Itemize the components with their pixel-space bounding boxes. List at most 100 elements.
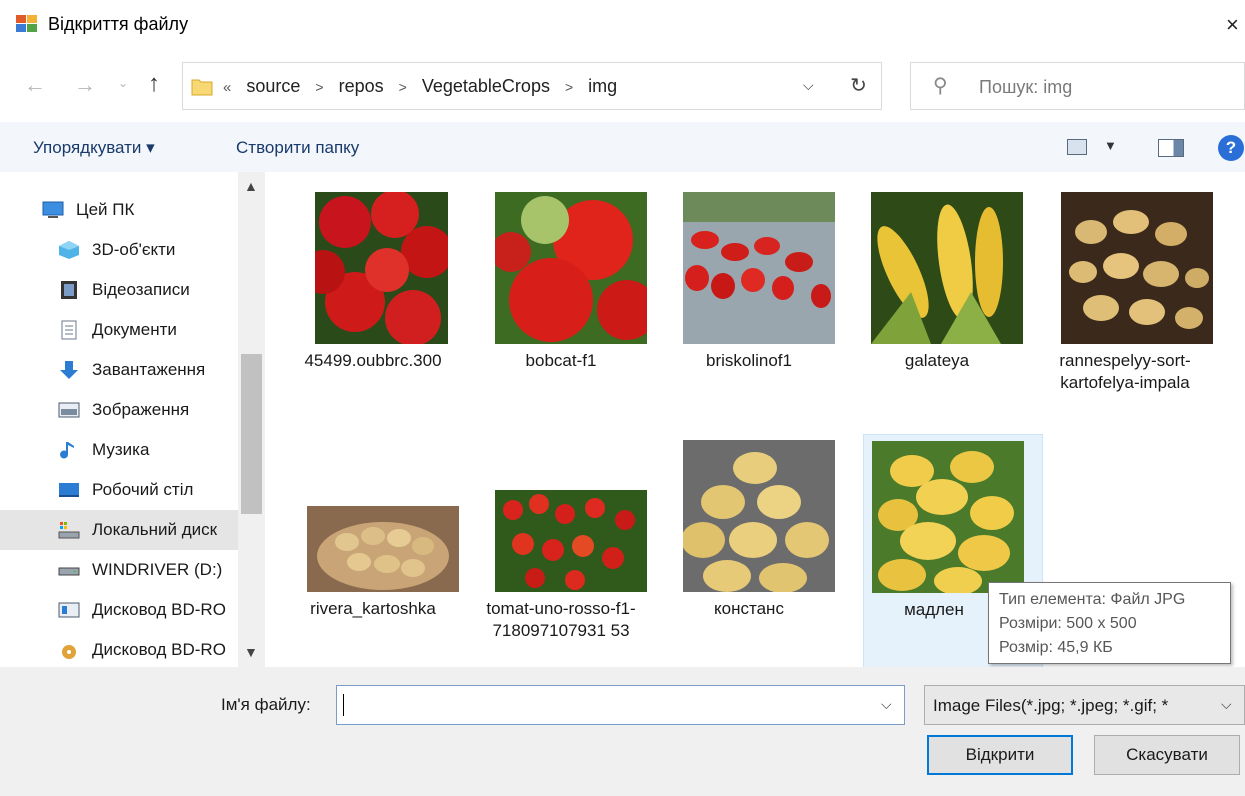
arrow-left-icon[interactable]: ← [24,72,46,98]
file-name: 45499.oubbrc.300 [304,351,442,370]
computer-icon [42,201,64,218]
arrow-right-icon[interactable]: → [74,72,96,98]
file-item-bobcat[interactable]: bobcat-f1 [471,186,651,421]
chevron-right-icon[interactable]: > [315,79,323,95]
organize-button[interactable]: Упорядкувати ▾ [33,138,155,158]
sidebar-item-pictures[interactable]: Зображення [0,390,238,430]
local-disk-icon [58,522,80,539]
chevron-down-icon[interactable]: ⌵ [881,696,892,713]
sidebar-item-downloads[interactable]: Завантаження [0,350,238,390]
file-item-galateya[interactable]: galateya [847,186,1027,421]
search-placeholder: Пошук: img [979,77,1073,97]
sidebar-item-label: Зображення [92,400,190,419]
breadcrumb: « source > repos > VegetableCrops > img [223,76,617,97]
cancel-button[interactable]: Скасувати [1094,735,1240,775]
sidebar-item-label: Дисковод BD-RO [92,640,226,659]
potato-thumbnail [683,440,835,592]
folder-icon [191,79,213,96]
file-name: briskolinof1 [706,351,792,370]
scroll-up-icon[interactable]: ▲ [244,178,258,194]
search-icon: ⚲ [933,75,948,97]
sidebar-item-label: WINDRIVER (D:) [92,560,223,579]
caret-down-icon[interactable]: ▼ [1104,138,1117,153]
command-toolbar: Упорядкувати ▾ Створити папку ▼ ? [0,122,1245,172]
tooltip-size: Розмір: 45,9 КБ [999,639,1113,656]
pictures-icon [58,402,80,418]
bd-drive-icon [58,602,80,618]
new-folder-button[interactable]: Створити папку [236,138,359,158]
file-name: rannespelyy-sort-kartofelya-impala [1059,351,1191,392]
filetype-value: Image Files(*.jpg; *.jpeg; *.gif; * [933,696,1169,715]
video-icon [61,281,77,299]
breadcrumb-img[interactable]: img [588,76,617,96]
path-overflow[interactable]: « [223,79,231,96]
file-item-rannespelyy[interactable]: rannespelyy-sort-kartofelya-impala [1035,186,1215,421]
sidebar-item-label: Локальний диск [92,520,218,539]
tooltip-dimensions: Розміри: 500 x 500 [999,615,1137,632]
file-name: tomat-uno-rosso-f1-718097107931 53 [486,599,636,640]
file-item-45499[interactable]: 45499.oubbrc.300 [283,186,463,421]
sidebar-item-this-pc[interactable]: Цей ПК [0,190,238,230]
search-input[interactable]: ⚲ Пошук: img [910,62,1245,110]
filename-label: Ім'я файлу: [221,695,311,714]
address-bar[interactable]: « source > repos > VegetableCrops > img … [182,62,837,110]
filetype-select[interactable]: Image Files(*.jpg; *.jpeg; *.gif; * ⌵ [924,685,1245,725]
app-icon [16,15,37,32]
navigation-pane: Цей ПК 3D-об'єкти Відеозаписи Документи … [0,172,265,667]
sidebar-item-documents[interactable]: Документи [0,310,238,350]
scroll-down-icon[interactable]: ▼ [244,644,258,660]
window-title: Відкриття файлу [48,14,189,34]
sidebar-item-label: Музика [92,440,150,459]
chevron-down-icon[interactable]: ⌵ [1221,696,1232,713]
chevron-down-icon[interactable]: ⌵ [803,77,814,94]
sidebar-item-label: Відеозаписи [92,280,190,299]
potato-thumbnail [1061,192,1213,344]
3d-objects-icon [59,241,79,259]
open-button[interactable]: Відкрити [927,735,1073,775]
file-item-briskolinof1[interactable]: briskolinof1 [659,186,839,421]
sidebar-scrollbar[interactable]: ▲ ▼ [238,172,265,667]
chevron-down-icon[interactable]: ⌄ [118,76,128,90]
file-name: rivera_kartoshka [310,599,436,618]
preview-pane-icon[interactable] [1158,139,1184,157]
sidebar-item-music[interactable]: Музика [0,430,238,470]
chevron-right-icon[interactable]: > [565,79,573,95]
tomato-thumbnail [315,192,448,344]
sidebar-item-windriver[interactable]: WINDRIVER (D:) [0,550,238,590]
chevron-right-icon[interactable]: > [399,79,407,95]
sidebar-item-label: Робочий стіл [92,480,194,499]
refresh-icon[interactable]: ↻ [836,62,882,110]
breadcrumb-vegetablecrops[interactable]: VegetableCrops [422,76,550,96]
file-item-tomat-uno-rosso[interactable]: tomat-uno-rosso-f1-718097107931 53 [471,434,651,667]
sidebar-item-label: Дисковод BD-RO [92,600,226,619]
sidebar-item-desktop[interactable]: Робочий стіл [0,470,238,510]
close-icon[interactable]: × [1226,12,1239,38]
file-name: bobcat-f1 [525,351,597,370]
sidebar-item-bd-disc[interactable]: Дисковод BD-RO [0,630,238,667]
tomato-thumbnail [495,192,647,344]
filename-field[interactable]: ⌵ [336,685,905,725]
view-icon[interactable] [1067,139,1087,155]
desktop-icon [59,483,79,497]
documents-icon [61,320,77,340]
scrollbar-thumb[interactable] [241,354,262,514]
corn-thumbnail [871,192,1023,344]
potato-thumbnail [307,506,459,592]
sidebar-item-label: Документи [92,320,177,339]
sidebar-item-videos[interactable]: Відеозаписи [0,270,238,310]
navigation-bar: ← → ⌄ ↑ « source > repos > VegetableCrop… [0,56,1245,118]
sidebar-item-local-disk[interactable]: Локальний диск [0,510,238,550]
breadcrumb-repos[interactable]: repos [339,76,384,96]
dialog-footer: Ім'я файлу: ⌵ Image Files(*.jpg; *.jpeg;… [0,667,1245,796]
arrow-up-icon[interactable]: ↑ [148,70,160,98]
title-bar: Відкриття файлу × [0,0,1245,50]
sidebar-item-3d-objects[interactable]: 3D-об'єкти [0,230,238,270]
breadcrumb-source[interactable]: source [246,76,300,96]
text-caret [343,694,344,716]
music-icon [60,442,74,459]
help-icon[interactable]: ? [1218,135,1244,161]
file-item-constance[interactable]: констанс [659,434,839,667]
sidebar-item-bd-drive[interactable]: Дисковод BD-RO [0,590,238,630]
tomato-plant-thumbnail [495,490,647,592]
file-item-rivera[interactable]: rivera_kartoshka [283,434,463,667]
